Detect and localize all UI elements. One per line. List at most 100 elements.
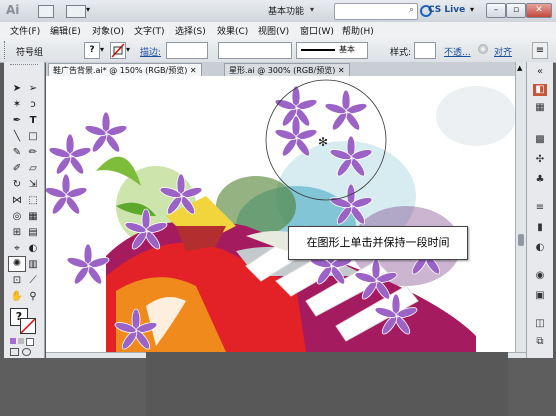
svg-text:+: + xyxy=(344,109,350,117)
menu-edit[interactable]: 编辑(E) xyxy=(50,24,81,37)
draw-normal-icon[interactable] xyxy=(10,348,19,356)
tab-star[interactable]: 星形.ai @ 300% (RGB/预览) ✕ xyxy=(224,63,350,77)
svg-text:+: + xyxy=(86,263,92,271)
blob-brush-tool-icon[interactable]: ✐ xyxy=(10,162,24,176)
color-panel-icon[interactable]: ◧ xyxy=(533,84,547,96)
color-guide-icon[interactable]: ▦ xyxy=(533,102,547,114)
help-search-input[interactable]: ⌕ xyxy=(334,3,418,20)
slice-tool-icon[interactable]: ⟋ xyxy=(26,274,40,288)
tab-shoe-ad-background[interactable]: 鞋广告背景.ai* @ 150% (RGB/预览) ✕ xyxy=(48,63,202,77)
svg-text:+: + xyxy=(294,105,300,113)
column-graph-tool-icon[interactable]: ▥ xyxy=(26,258,40,272)
tab-close-icon[interactable]: ✕ xyxy=(338,66,345,75)
pen-tool-icon[interactable]: ✒ xyxy=(10,114,24,128)
opacity-link[interactable]: 不透... xyxy=(444,45,471,58)
zoom-tool-icon[interactable]: ⚲ xyxy=(26,290,40,304)
title-bar: Ai ▾ 基本功能 ▾ ⌕ CS Live ▾ – ▫ ✕ xyxy=(0,0,556,23)
direct-selection-tool-icon[interactable]: ➢ xyxy=(26,82,40,96)
eraser-tool-icon[interactable]: ▱ xyxy=(26,162,40,176)
scale-tool-icon[interactable]: ⇲ xyxy=(26,178,40,192)
minimize-button[interactable]: – xyxy=(486,3,506,18)
lasso-tool-icon[interactable]: ↄ xyxy=(26,98,40,112)
stroke-swatch[interactable] xyxy=(110,42,126,59)
grip-handle[interactable] xyxy=(4,41,8,59)
menu-effect[interactable]: 效果(C) xyxy=(217,24,248,37)
mesh-tool-icon[interactable]: ⊞ xyxy=(10,226,24,240)
menu-type[interactable]: 文字(T) xyxy=(134,24,165,37)
width-tool-icon[interactable]: ⋈ xyxy=(10,194,24,208)
cs-live-button[interactable]: CS Live xyxy=(428,5,465,15)
menu-view[interactable]: 视图(V) xyxy=(258,24,289,37)
gradient-mode-icon[interactable] xyxy=(18,338,24,344)
menu-select[interactable]: 选择(S) xyxy=(175,24,206,37)
arrange-dropdown-arrow-icon[interactable]: ▾ xyxy=(86,5,90,14)
graphic-style-swatch[interactable] xyxy=(414,42,436,59)
panel-dock: « ◧ ▦ ▩ ✣ ♣ ≡ ▮ ◐ ◉ ▣ ◫ ⧉ xyxy=(526,62,553,358)
artboards-panel-icon[interactable]: ⧉ xyxy=(533,336,547,348)
stroke-panel-icon[interactable]: ≡ xyxy=(533,202,547,214)
recolor-icon[interactable] xyxy=(478,44,488,54)
appearance-panel-icon[interactable]: ◉ xyxy=(533,270,547,282)
fill-swatch[interactable]: ? xyxy=(84,42,100,59)
stroke-weight-field[interactable] xyxy=(166,42,208,59)
blend-tool-icon[interactable]: ◐ xyxy=(26,242,40,256)
artwork: ++ ++ ++ ++ ++ ++ ++ + ✻ xyxy=(46,79,515,352)
gradient-panel-icon[interactable]: ▮ xyxy=(533,222,547,234)
close-button[interactable]: ✕ xyxy=(526,3,552,18)
symbol-sprayer-tool-icon[interactable]: ✺ xyxy=(8,256,26,272)
tools-grip[interactable] xyxy=(10,64,38,68)
svg-text:+: + xyxy=(179,193,185,201)
free-transform-tool-icon[interactable]: ⬚ xyxy=(26,194,40,208)
gradient-tool-icon[interactable]: ▤ xyxy=(26,226,40,240)
menu-bar: 文件(F) 编辑(E) 对象(O) 文字(T) 选择(S) 效果(C) 视图(V… xyxy=(0,22,556,39)
layers-panel-icon[interactable]: ◫ xyxy=(533,318,547,330)
line-tool-icon[interactable]: ╲ xyxy=(10,130,24,144)
type-tool-icon[interactable]: T xyxy=(26,114,40,128)
stroke-color-swatch[interactable] xyxy=(20,318,36,334)
swatches-panel-icon[interactable]: ▩ xyxy=(533,134,547,146)
artboard-tool-icon[interactable]: ⊡ xyxy=(10,274,24,288)
perspective-grid-tool-icon[interactable]: ▦ xyxy=(26,210,40,224)
color-mode-icon[interactable] xyxy=(10,338,16,344)
cs-live-dropdown-arrow-icon[interactable]: ▾ xyxy=(470,5,474,14)
pencil-tool-icon[interactable]: ✏ xyxy=(26,146,40,160)
stroke-dropdown-arrow-icon[interactable]: ▾ xyxy=(126,45,130,54)
no-stroke-icon xyxy=(111,43,125,58)
artboard-canvas[interactable]: ++ ++ ++ ++ ++ ++ ++ + ✻ xyxy=(46,76,515,352)
maximize-button[interactable]: ▫ xyxy=(506,3,526,18)
instruction-callout: 在图形上单击并保持一段时间 xyxy=(288,226,468,260)
transparency-panel-icon[interactable]: ◐ xyxy=(533,242,547,254)
symbols-panel-icon[interactable]: ♣ xyxy=(533,174,547,186)
scroll-up-arrow-icon[interactable]: ▲ xyxy=(517,64,522,72)
menu-help[interactable]: 帮助(H) xyxy=(342,24,374,37)
hand-tool-icon[interactable]: ✋ xyxy=(10,290,24,304)
shape-builder-tool-icon[interactable]: ◎ xyxy=(10,210,24,224)
brushes-panel-icon[interactable]: ✣ xyxy=(533,154,547,166)
no-stroke-indicator-icon xyxy=(20,318,36,334)
none-mode-icon[interactable] xyxy=(26,338,34,346)
graphic-styles-panel-icon[interactable]: ▣ xyxy=(533,290,547,302)
arrange-documents-icon[interactable] xyxy=(66,5,86,18)
rotate-tool-icon[interactable]: ↻ xyxy=(10,178,24,192)
align-link[interactable]: 对齐 xyxy=(494,45,512,58)
vertical-scroll-thumb[interactable] xyxy=(518,234,524,246)
menu-window[interactable]: 窗口(W) xyxy=(300,24,334,37)
tab-close-icon[interactable]: ✕ xyxy=(190,66,197,75)
workspace-switcher[interactable]: 基本功能 xyxy=(268,4,304,17)
rectangle-tool-icon[interactable]: □ xyxy=(26,130,40,144)
workspace-dropdown-arrow-icon[interactable]: ▾ xyxy=(310,5,314,14)
variable-width-field[interactable] xyxy=(218,42,292,59)
control-panel-menu-icon[interactable]: ≡ xyxy=(532,42,548,59)
collapse-panels-icon[interactable]: « xyxy=(533,66,547,78)
menu-file[interactable]: 文件(F) xyxy=(10,24,40,37)
menu-object[interactable]: 对象(O) xyxy=(92,24,124,37)
stroke-link[interactable]: 描边: xyxy=(140,45,161,58)
magic-wand-tool-icon[interactable]: ✶ xyxy=(10,98,24,112)
paintbrush-tool-icon[interactable]: ✎ xyxy=(10,146,24,160)
fill-dropdown-arrow-icon[interactable]: ▾ xyxy=(100,45,104,54)
bridge-icon[interactable] xyxy=(38,5,54,18)
screen-mode-icon[interactable] xyxy=(22,348,31,356)
eyedropper-tool-icon[interactable]: ⌖ xyxy=(10,242,24,256)
brush-definition-field[interactable]: 基本 xyxy=(296,42,368,59)
selection-tool-icon[interactable]: ➤ xyxy=(10,82,24,96)
